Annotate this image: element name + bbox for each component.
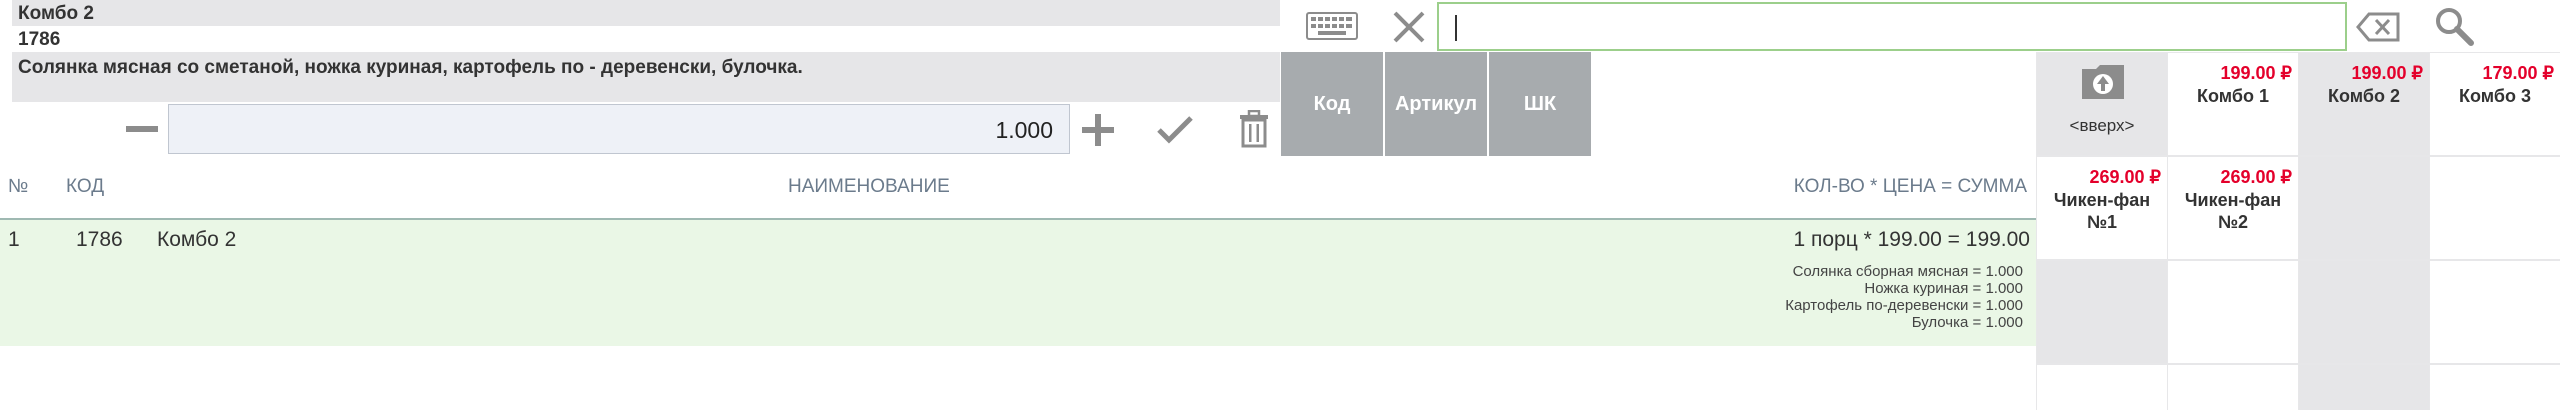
selected-item-description-bar: Солянка мясная со сметаной, ножка курина… (12, 52, 1280, 102)
selected-item-description: Солянка мясная со сметаной, ножка курина… (18, 57, 803, 78)
row-name: Комбо 2 (157, 228, 237, 251)
product-tile[interactable]: 179.00 ₽ Комбо 3 (2430, 53, 2560, 155)
row-component: Солянка сборная мясная = 1.000 (1792, 263, 2023, 280)
row-component: Ножка куриная = 1.000 (1864, 280, 2023, 297)
selected-item-name: Комбо 2 (18, 3, 94, 24)
tab-article[interactable]: Артикул (1385, 52, 1487, 156)
backspace-icon[interactable] (2356, 12, 2400, 42)
row-number: 1 (8, 228, 20, 251)
product-tile[interactable]: 199.00 ₽ Комбо 2 (2299, 53, 2429, 155)
trash-icon[interactable] (1238, 110, 1270, 148)
product-name: Комбо 1 (2197, 86, 2269, 106)
quantity-value: 1.000 (995, 117, 1053, 143)
empty-tile (2037, 261, 2167, 363)
column-header-qty-price-sum: КОЛ-ВО * ЦЕНА = СУММА (1793, 176, 2027, 197)
product-name: Чикен-фан №2 (2184, 190, 2282, 232)
empty-tile (2037, 365, 2167, 410)
product-price: 269.00 ₽ (2220, 167, 2292, 187)
product-name: Комбо 2 (2328, 86, 2400, 106)
product-price: 199.00 ₽ (2220, 63, 2292, 83)
minus-icon[interactable] (124, 114, 160, 144)
product-name: Комбо 3 (2459, 86, 2531, 106)
clear-x-icon[interactable] (1392, 10, 1426, 44)
column-header-number: № (8, 176, 29, 197)
empty-tile (2299, 261, 2429, 363)
table-row[interactable]: 1 1786 Комбо 2 1 порц * 199.00 = 199.00 … (0, 220, 2036, 346)
grid-up-button[interactable]: <вверх> (2037, 53, 2167, 155)
empty-tile (2430, 261, 2560, 363)
quantity-input[interactable]: 1.000 (168, 104, 1070, 154)
search-icon[interactable] (2434, 6, 2474, 46)
product-price: 199.00 ₽ (2351, 63, 2423, 83)
product-price: 269.00 ₽ (2089, 167, 2161, 187)
empty-tile (2168, 365, 2298, 410)
tab-barcode[interactable]: ШК (1489, 52, 1591, 156)
confirm-check-icon[interactable] (1156, 114, 1194, 144)
empty-tile (2299, 365, 2429, 410)
empty-tile (2299, 157, 2429, 259)
empty-tile (2430, 365, 2560, 410)
selected-item-code: 1786 (18, 29, 61, 50)
selected-item-code-bar: 1786 (12, 26, 1280, 52)
folder-up-icon (2082, 65, 2124, 99)
product-tile[interactable]: 269.00 ₽ Чикен-фан №1 (2037, 157, 2167, 259)
search-input[interactable] (1437, 2, 2347, 51)
product-price: 179.00 ₽ (2482, 63, 2554, 83)
column-header-name: НАИМЕНОВАНИЕ (788, 176, 950, 197)
row-component: Булочка = 1.000 (1911, 314, 2023, 331)
tab-code[interactable]: Код (1281, 52, 1383, 156)
product-tile[interactable]: 269.00 ₽ Чикен-фан №2 (2168, 157, 2298, 259)
text-caret (1455, 15, 1457, 41)
row-total: 1 порц * 199.00 = 199.00 (1793, 228, 2030, 251)
keyboard-icon[interactable] (1306, 12, 1358, 40)
product-tile[interactable]: 199.00 ₽ Комбо 1 (2168, 53, 2298, 155)
empty-tile (2168, 261, 2298, 363)
row-code: 1786 (76, 228, 123, 251)
empty-tile (2430, 157, 2560, 259)
plus-icon[interactable] (1080, 112, 1116, 148)
row-component: Картофель по-деревенски = 1.000 (1785, 297, 2023, 314)
product-name: Чикен-фан №1 (2053, 190, 2151, 232)
grid-up-label: <вверх> (2069, 116, 2135, 135)
selected-item-name-bar: Комбо 2 (12, 0, 1280, 26)
column-header-code: КОД (66, 176, 105, 197)
